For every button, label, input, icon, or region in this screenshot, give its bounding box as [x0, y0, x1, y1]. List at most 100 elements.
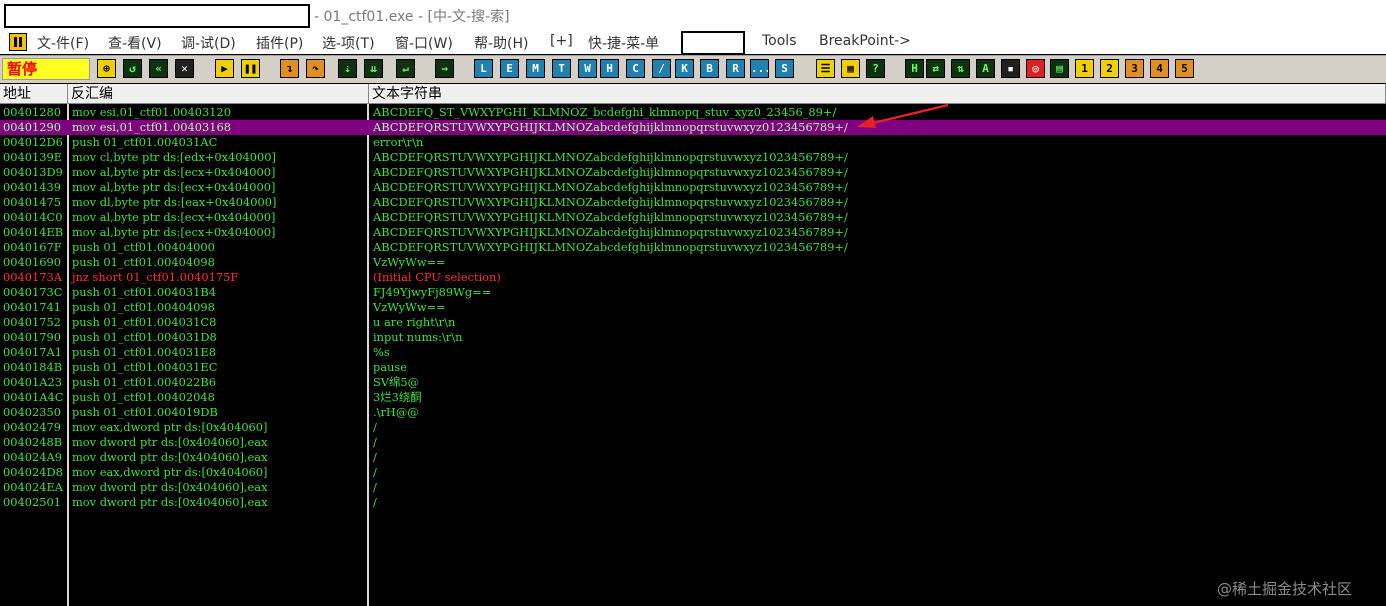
row-string: ABCDEFQ_ST_VWXYPGHI_KLMNOZ_bcdefghi_klmn… — [373, 105, 837, 119]
goto-icon[interactable]: → — [435, 59, 454, 78]
menu-breakpoint[interactable]: BreakPoint-> — [819, 33, 911, 49]
row-disasm: push 01_ctf01.004031AC — [72, 135, 218, 149]
table-row[interactable]: 00401439 mov al,byte ptr ds:[ecx+0x404000… — [0, 180, 1386, 195]
table-row[interactable]: 004013D9 mov al,byte ptr ds:[ecx+0x404000… — [0, 165, 1386, 180]
menu-view[interactable]: 查-看(V) — [108, 33, 162, 53]
tb-windows-button[interactable]: W — [578, 59, 597, 78]
font-icon[interactable]: A — [976, 59, 995, 78]
tb-h-button[interactable]: H — [905, 59, 924, 78]
menu-file[interactable]: 文-件(F) — [37, 33, 89, 53]
tb-3-button[interactable]: 3 — [1125, 59, 1144, 78]
execute-till-return-icon[interactable]: ↵ — [396, 59, 415, 78]
table-row[interactable]: 004014C0 mov al,byte ptr ds:[ecx+0x404000… — [0, 210, 1386, 225]
open-icon[interactable]: ⊕ — [97, 59, 116, 78]
row-string: ABCDEFQRSTUVWXYPGHIJKLMNOZabcdefghijklmn… — [373, 195, 848, 209]
row-disasm: jnz short 01_ctf01.0040175F — [72, 270, 239, 284]
row-address: 004012D6 — [3, 135, 63, 149]
tb-2-button[interactable]: 2 — [1100, 59, 1119, 78]
tb-runtrace-button[interactable]: ... — [750, 59, 769, 78]
row-string: ABCDEFQRSTUVWXYPGHIJKLMNOZabcdefghijklmn… — [373, 180, 848, 194]
table-row[interactable]: 004024A9 mov dword ptr ds:[0x404060],eax / — [0, 450, 1386, 465]
row-disasm: mov al,byte ptr ds:[ecx+0x404000] — [72, 165, 276, 179]
table-row[interactable]: 00402501 mov dword ptr ds:[0x404060],eax / — [0, 495, 1386, 510]
table-row[interactable]: 00401280 mov esi,01_ctf01.00403120 ABCDEFQ… — [0, 105, 1386, 120]
step-into-icon[interactable]: ↴ — [280, 59, 299, 78]
table-row[interactable]: 0040167F push 01_ctf01.00404000 ABCDEFQRST… — [0, 240, 1386, 255]
step-over-icon[interactable]: ↷ — [306, 59, 325, 78]
updown-icon[interactable]: ⇅ — [951, 59, 970, 78]
tb-breakpoints-button[interactable]: B — [700, 59, 719, 78]
row-string: / — [373, 480, 377, 494]
grid-icon[interactable]: ▦ — [841, 59, 860, 78]
table-row[interactable]: 0040139E mov cl,byte ptr ds:[edx+0x404000… — [0, 150, 1386, 165]
tb-modules-button[interactable]: E — [500, 59, 519, 78]
table-row[interactable]: 00401690 push 01_ctf01.00404098 VzWyWw== — [0, 255, 1386, 270]
menu-plugins[interactable]: 插件(P) — [256, 33, 303, 53]
run-icon[interactable]: ▶ — [215, 59, 234, 78]
table-row[interactable]: 004024EA mov dword ptr ds:[0x404060],eax / — [0, 480, 1386, 495]
col-header-address[interactable]: 地址 — [0, 84, 68, 104]
tb-memory-button[interactable]: M — [526, 59, 545, 78]
tb-handles-button[interactable]: H — [600, 59, 619, 78]
table-row[interactable]: 00401741 push 01_ctf01.00404098 VzWyWw== — [0, 300, 1386, 315]
table-row[interactable]: 0040248B mov dword ptr ds:[0x404060],eax / — [0, 435, 1386, 450]
binary-icon[interactable]: ▤ — [1050, 59, 1069, 78]
table-row[interactable]: 00401790 push 01_ctf01.004031D8 input nums… — [0, 330, 1386, 345]
table-row[interactable]: 004014EB mov al,byte ptr ds:[ecx+0x404000… — [0, 225, 1386, 240]
table-row[interactable]: 00401752 push 01_ctf01.004031C8 u are righ… — [0, 315, 1386, 330]
tb-patches-button[interactable]: / — [652, 59, 671, 78]
tb-callstack-button[interactable]: K — [675, 59, 694, 78]
rewind-icon[interactable]: « — [149, 59, 168, 78]
row-address: 004013D9 — [3, 165, 63, 179]
restart-icon[interactable]: ↺ — [123, 59, 142, 78]
table-row[interactable]: 0040173C push 01_ctf01.004031B4 FJ49YjwyFj… — [0, 285, 1386, 300]
tb-source-button[interactable]: S — [775, 59, 794, 78]
row-address: 00401790 — [3, 330, 61, 344]
tb-cpu-button[interactable]: C — [626, 59, 645, 78]
row-address: 0040184B — [3, 360, 63, 374]
tb-4-button[interactable]: 4 — [1150, 59, 1169, 78]
row-address: 0040248B — [3, 435, 63, 449]
row-address: 004024A9 — [3, 450, 62, 464]
pause-button-icon[interactable]: ❚❚ — [241, 59, 260, 78]
table-row[interactable]: 00401475 mov dl,byte ptr ds:[eax+0x404000… — [0, 195, 1386, 210]
table-row[interactable]: 00401290 mov esi,01_ctf01.00403168 ABCDEFQ… — [0, 120, 1386, 135]
menu-help[interactable]: 帮-助(H) — [474, 33, 529, 53]
table-row[interactable]: 00402350 push 01_ctf01.004019DB .\rH@@ — [0, 405, 1386, 420]
col-header-disasm[interactable]: 反汇编 — [68, 84, 369, 104]
table-row[interactable]: 004024D8 mov eax,dword ptr ds:[0x404060] / — [0, 465, 1386, 480]
tb-1-button[interactable]: 1 — [1075, 59, 1094, 78]
tb-log-button[interactable]: L — [474, 59, 493, 78]
table-row[interactable]: 004017A1 push 01_ctf01.004031E8 %s — [0, 345, 1386, 360]
hex-icon[interactable]: ▪ — [1001, 59, 1020, 78]
table-row[interactable]: 0040184B push 01_ctf01.004031EC pause — [0, 360, 1386, 375]
menu-options[interactable]: 选-项(T) — [322, 33, 375, 53]
table-row[interactable]: 004012D6 push 01_ctf01.004031AC error\r\n — [0, 135, 1386, 150]
pause-icon[interactable] — [9, 33, 27, 51]
trace-into-icon[interactable]: ⇣ — [338, 59, 357, 78]
target-icon[interactable]: ◎ — [1026, 59, 1045, 78]
table-row[interactable]: 00401A23 push 01_ctf01.004022B6 SV绵5@ — [0, 375, 1386, 390]
help-icon[interactable]: ? — [866, 59, 885, 78]
close-icon[interactable]: ✕ — [175, 59, 194, 78]
row-string: 3烂3绕酮 — [373, 390, 422, 404]
table-row[interactable]: 0040173A jnz short 01_ctf01.0040175F (Init… — [0, 270, 1386, 285]
tb-threads-button[interactable]: T — [552, 59, 571, 78]
col-header-string[interactable]: 文本字符串 — [369, 84, 1386, 104]
row-string: ABCDEFQRSTUVWXYPGHIJKLMNOZabcdefghijklmn… — [373, 120, 848, 134]
menu-debug[interactable]: 调-试(D) — [181, 33, 236, 53]
menu-plus[interactable]: [+] — [550, 33, 573, 49]
table-row[interactable]: 00401A4C push 01_ctf01.00402048 3烂3绕酮 — [0, 390, 1386, 405]
row-string: ABCDEFQRSTUVWXYPGHIJKLMNOZabcdefghijklmn… — [373, 150, 848, 164]
swap-icon[interactable]: ⇄ — [926, 59, 945, 78]
list-icon[interactable]: ☰ — [816, 59, 835, 78]
tb-5-button[interactable]: 5 — [1175, 59, 1194, 78]
menu-window[interactable]: 窗-口(W) — [395, 33, 453, 53]
status-paused: 暂停 — [2, 58, 90, 80]
menu-shortcuts[interactable]: 快-捷-菜-单 — [588, 33, 659, 53]
menu-tools[interactable]: Tools — [762, 33, 797, 49]
tb-references-button[interactable]: R — [726, 59, 745, 78]
row-string: %s — [373, 345, 390, 359]
trace-over-icon[interactable]: ⇊ — [364, 59, 383, 78]
table-row[interactable]: 00402479 mov eax,dword ptr ds:[0x404060] / — [0, 420, 1386, 435]
